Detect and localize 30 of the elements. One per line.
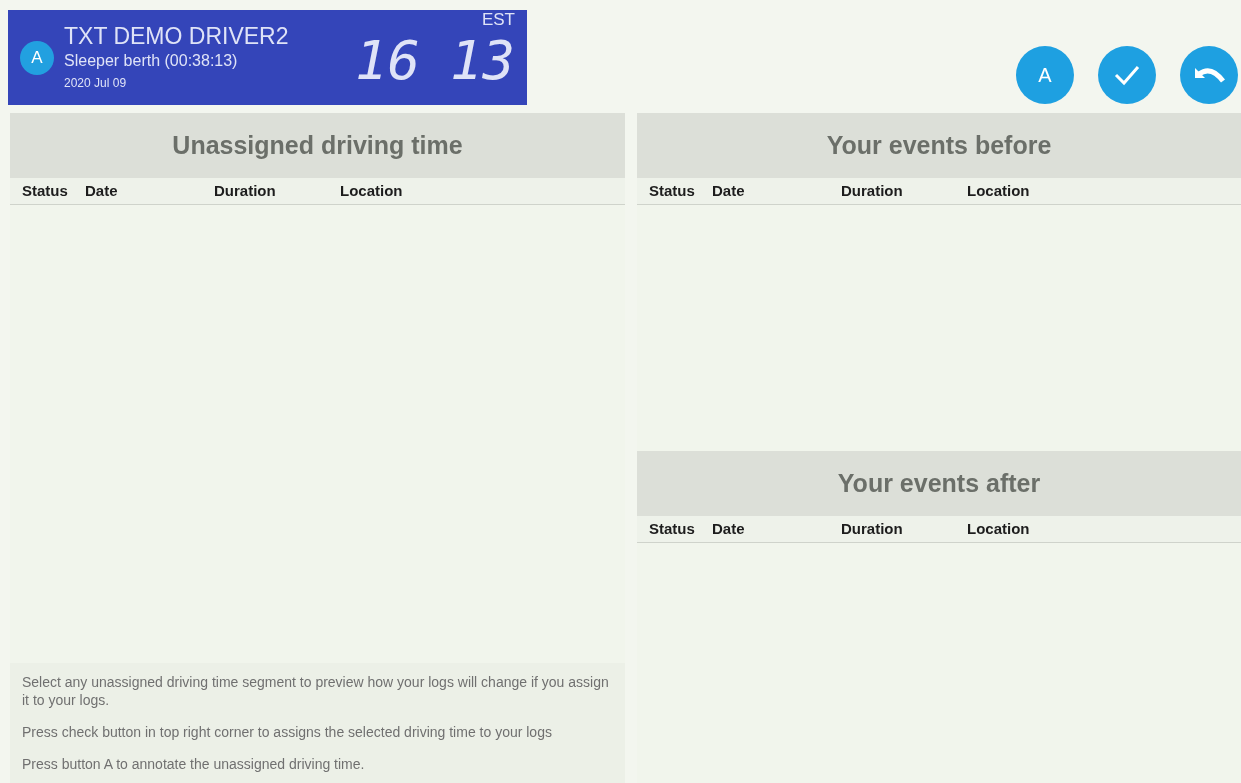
section-title: Your events after: [637, 451, 1241, 516]
instruction-text: Press button A to annotate the unassigned driving time.: [22, 755, 366, 773]
column-header: Location: [967, 519, 1030, 537]
instruction-text: Select any unassigned driving time segment to preview how your logs will change if you assign it to your logs.: [22, 673, 610, 709]
column-header: Date: [712, 181, 745, 199]
column-header: Status: [649, 519, 695, 537]
date-text: 2020 Jul 09: [64, 74, 128, 92]
column-header: Date: [712, 519, 745, 537]
annotate-button[interactable]: A: [1016, 46, 1074, 104]
check-icon: [1113, 64, 1141, 86]
section-title: Your events before: [637, 113, 1241, 178]
driver-name: TXT DEMO DRIVER2: [64, 22, 290, 49]
section-title: Unassigned driving time: [10, 113, 625, 178]
status-text: Sleeper berth (00:38:13): [64, 50, 239, 71]
clock-digits: 13: [449, 30, 515, 92]
column-header: Status: [22, 181, 68, 199]
timezone-label: EST: [481, 10, 515, 30]
column-header: Duration: [841, 181, 903, 199]
avatar: A: [20, 40, 54, 75]
column-header: Status: [649, 181, 695, 199]
undo-icon: [1193, 65, 1225, 85]
column-header: Location: [340, 181, 403, 199]
undo-button[interactable]: [1180, 46, 1238, 104]
instruction-text: Press check button in top right corner to assigns the selected driving time to your logs: [22, 723, 553, 741]
column-header: Duration: [841, 519, 903, 537]
clock-digits: 16: [354, 30, 420, 92]
column-header: Location: [967, 181, 1030, 199]
confirm-button[interactable]: [1098, 46, 1156, 104]
column-header: Date: [85, 181, 118, 199]
column-header: Duration: [214, 181, 276, 199]
